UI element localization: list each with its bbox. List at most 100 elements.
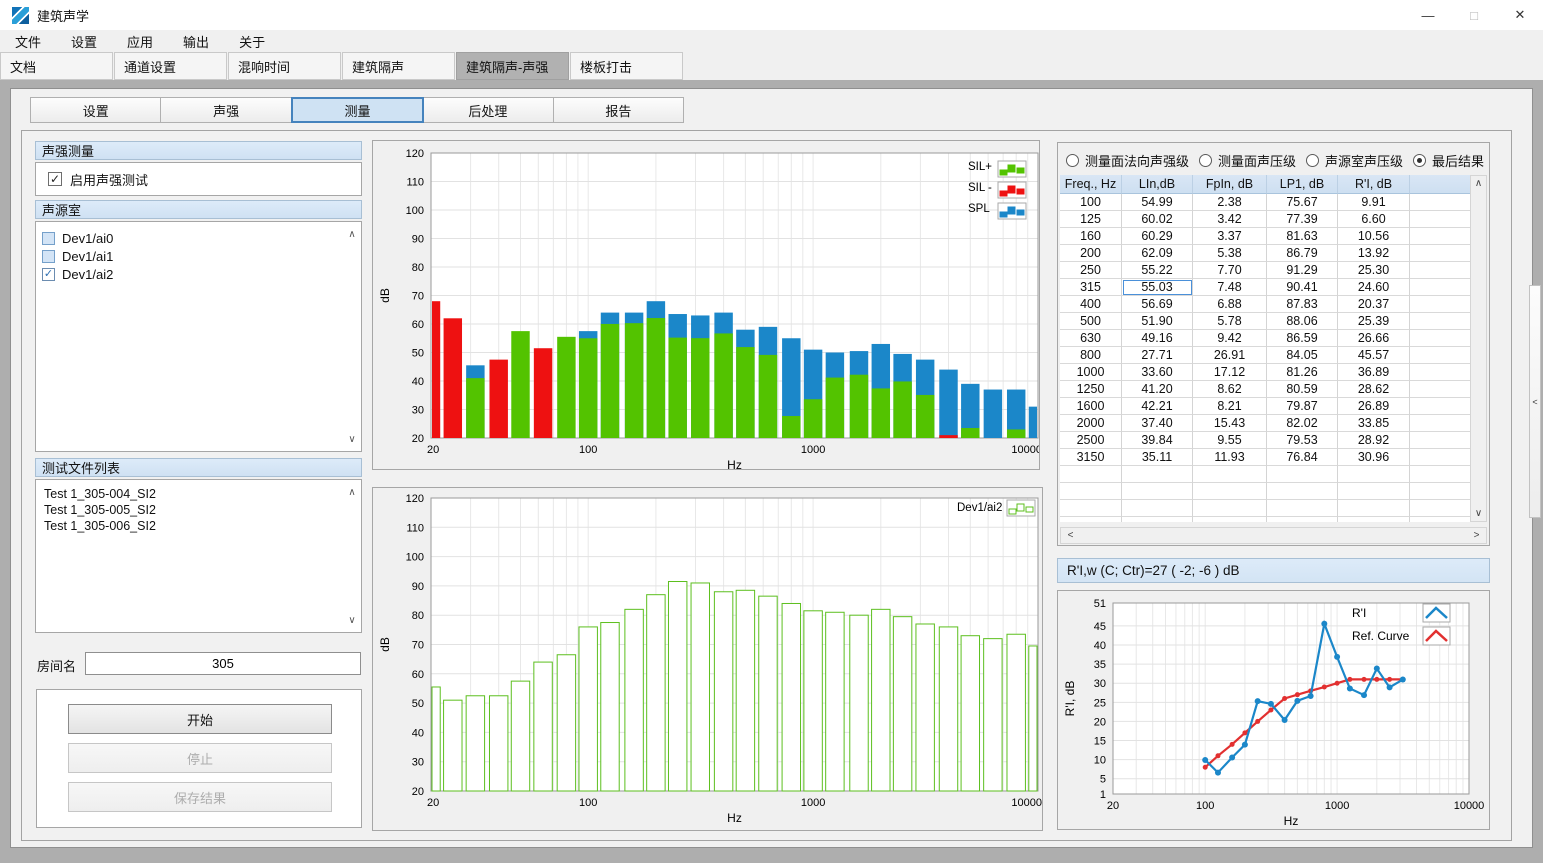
table-header-cell[interactable]: FpIn, dB [1193,175,1267,194]
table-cell[interactable] [1267,517,1338,522]
menu-file[interactable]: 文件 [0,30,56,52]
tab-floor-impact[interactable]: 楼板打击 [570,52,683,80]
table-cell[interactable]: 91.29 [1267,262,1338,279]
table-cell[interactable]: 79.87 [1267,398,1338,415]
table-cell[interactable] [1410,466,1472,483]
table-cell[interactable] [1410,228,1472,245]
table-cell[interactable]: 100 [1060,194,1122,211]
table-cell[interactable] [1193,483,1267,500]
table-cell[interactable] [1410,381,1472,398]
tab-document[interactable]: 文档 [0,52,113,80]
table-cell[interactable] [1060,500,1122,517]
table-cell[interactable] [1267,500,1338,517]
table-cell[interactable] [1410,517,1472,522]
scroll-right-icon[interactable]: > [1469,528,1484,543]
result-view-radio[interactable]: 声源室声压级 [1306,151,1403,170]
table-cell[interactable]: 160 [1060,228,1122,245]
subtab-measure[interactable]: 测量 [292,98,423,122]
table-cell[interactable]: 315 [1060,279,1122,296]
table-cell[interactable]: 30.96 [1338,449,1410,466]
table-cell[interactable]: 80.59 [1267,381,1338,398]
tab-reverberation-time[interactable]: 混响时间 [228,52,341,80]
table-cell[interactable]: 33.60 [1122,364,1193,381]
table-cell[interactable]: 200 [1060,245,1122,262]
table-cell[interactable]: 9.91 [1338,194,1410,211]
table-cell[interactable]: 10.56 [1338,228,1410,245]
table-cell[interactable]: 25.30 [1338,262,1410,279]
table-cell[interactable] [1122,517,1193,522]
table-cell[interactable] [1338,466,1410,483]
table-cell[interactable]: 125 [1060,211,1122,228]
table-cell[interactable]: 2500 [1060,432,1122,449]
tab-building-insulation[interactable]: 建筑隔声 [342,52,455,80]
table-cell[interactable]: 84.05 [1267,347,1338,364]
table-cell[interactable]: 28.62 [1338,381,1410,398]
tab-channel-setup[interactable]: 通道设置 [114,52,227,80]
table-cell[interactable]: 3150 [1060,449,1122,466]
table-cell[interactable]: 6.60 [1338,211,1410,228]
table-header-cell[interactable]: Freq., Hz [1060,175,1122,194]
table-cell[interactable]: 2000 [1060,415,1122,432]
table-cell[interactable]: 250 [1060,262,1122,279]
table-header-cell[interactable] [1410,175,1472,194]
collapse-sidebar-handle[interactable]: < [1529,285,1541,518]
minimize-button[interactable]: — [1405,0,1451,30]
table-cell[interactable]: 7.48 [1193,279,1267,296]
subtab-setup[interactable]: 设置 [31,98,161,122]
table-cell[interactable]: 26.89 [1338,398,1410,415]
table-cell[interactable]: 86.79 [1267,245,1338,262]
table-cell[interactable]: 24.60 [1338,279,1410,296]
table-cell[interactable]: 90.41 [1267,279,1338,296]
table-cell[interactable]: 86.59 [1267,330,1338,347]
table-cell[interactable] [1410,194,1472,211]
menu-about[interactable]: 关于 [224,30,280,52]
table-cell[interactable] [1122,466,1193,483]
table-vscrollbar[interactable]: ∧ ∨ [1470,175,1487,522]
table-cell[interactable] [1267,483,1338,500]
table-cell[interactable]: 42.21 [1122,398,1193,415]
table-cell[interactable] [1410,398,1472,415]
table-header-cell[interactable]: LP1, dB [1267,175,1338,194]
table-cell[interactable]: 88.06 [1267,313,1338,330]
table-cell[interactable]: 3.37 [1193,228,1267,245]
table-cell[interactable]: 51.90 [1122,313,1193,330]
table-cell[interactable] [1410,245,1472,262]
table-cell[interactable] [1410,432,1472,449]
table-cell[interactable] [1060,483,1122,500]
table-cell[interactable] [1267,466,1338,483]
table-cell[interactable]: 6.88 [1193,296,1267,313]
table-cell[interactable]: 27.71 [1122,347,1193,364]
table-cell[interactable]: 82.02 [1267,415,1338,432]
table-cell[interactable] [1410,279,1472,296]
table-cell[interactable]: 8.21 [1193,398,1267,415]
table-cell[interactable] [1122,483,1193,500]
scroll-up-icon[interactable]: ∧ [1471,176,1486,191]
table-cell[interactable]: 75.67 [1267,194,1338,211]
menu-application[interactable]: 应用 [112,30,168,52]
table-cell[interactable]: 9.55 [1193,432,1267,449]
subtab-intensity[interactable]: 声强 [161,98,291,122]
table-cell[interactable]: 79.53 [1267,432,1338,449]
table-cell[interactable] [1338,500,1410,517]
table-cell[interactable]: 41.20 [1122,381,1193,398]
enable-intensity-checkbox[interactable]: ✓ [48,172,62,186]
menu-settings[interactable]: 设置 [56,30,112,52]
scroll-down-icon[interactable]: ∨ [1471,506,1486,521]
table-cell[interactable]: 60.29 [1122,228,1193,245]
room-name-input[interactable] [85,652,361,675]
table-cell[interactable]: 26.91 [1193,347,1267,364]
close-button[interactable]: ✕ [1497,0,1543,30]
menu-output[interactable]: 输出 [168,30,224,52]
table-hscrollbar[interactable]: < > [1060,527,1487,544]
table-cell[interactable]: 81.26 [1267,364,1338,381]
table-header-cell[interactable]: LIn,dB [1122,175,1193,194]
channel-item[interactable]: ✓Dev1/ai2 [36,265,361,283]
table-cell[interactable]: 2.38 [1193,194,1267,211]
scroll-up-icon[interactable]: ∧ [345,227,359,241]
table-cell[interactable]: 76.84 [1267,449,1338,466]
scroll-left-icon[interactable]: < [1063,528,1078,543]
radio-icon[interactable] [1306,154,1319,167]
table-cell[interactable]: 77.39 [1267,211,1338,228]
table-cell[interactable]: 60.02 [1122,211,1193,228]
table-cell[interactable] [1410,211,1472,228]
